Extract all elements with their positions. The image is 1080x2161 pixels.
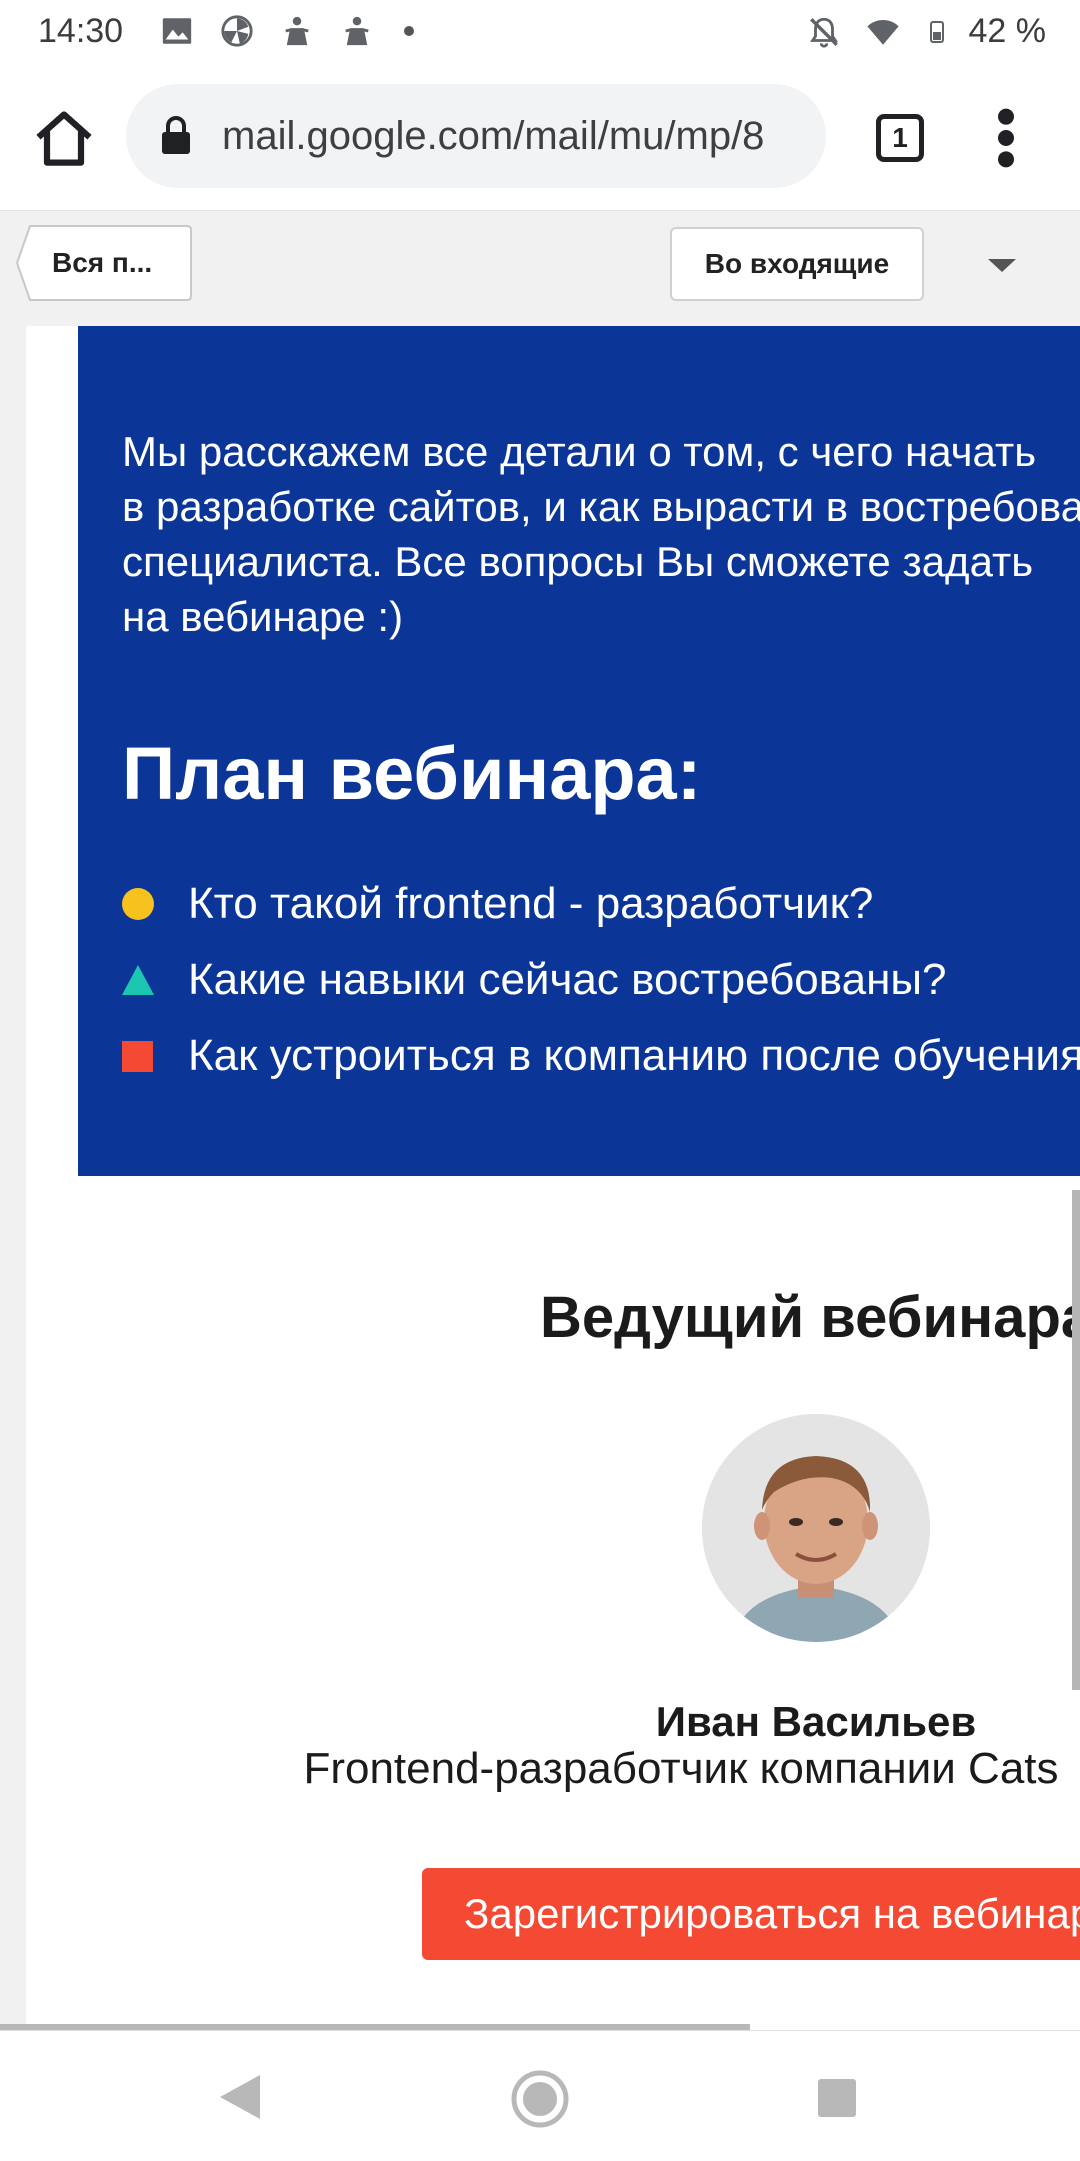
email-body: Мы расскажем все детали о том, с чего на… [26,326,1080,2030]
back-to-all-mail-button[interactable]: Вся п... [16,225,192,301]
back-button-label: Вся п... [52,247,153,278]
back-icon[interactable] [218,2073,262,2121]
tab-count: 1 [892,122,908,153]
plan-item-text: Кто такой frontend - разработчик? [188,879,874,928]
gmail-nav-row: Вся п... Во входящие [0,210,1080,329]
dot-icon [404,26,414,36]
more-menu-icon[interactable] [984,106,1028,170]
move-to-inbox-button[interactable]: Во входящие [670,227,924,301]
host-name: Иван Васильев [655,1698,977,1745]
vertical-scrollbar[interactable] [1072,1190,1080,1690]
list-item: Какие навыки сейчас востребованы? [122,942,1080,1018]
home-icon[interactable] [30,106,98,174]
tab-switcher-button[interactable]: 1 [876,114,924,162]
battery-percent: 42 % [968,12,1047,50]
bell-off-icon [809,17,838,48]
list-item: Кто такой frontend - разработчик? [122,866,1080,942]
plan-list: Кто такой frontend - разработчик? Какие … [122,866,1080,1094]
red-square-bullet-icon [122,1040,153,1072]
status-notification-icons [160,14,414,48]
lock-icon [162,116,190,154]
host-avatar [702,1414,930,1642]
image-icon [162,18,192,44]
webinar-panel: Мы расскажем все детали о том, с чего на… [78,326,1080,1176]
teal-triangle-bullet-icon [122,965,154,995]
browser-toolbar: mail.google.com/mail/mu/mp/8 1 [0,66,1080,210]
status-bar: 14:30 42 % [0,0,1080,66]
url-text[interactable]: mail.google.com/mail/mu/mp/8 [222,114,812,159]
chevron-down-icon[interactable] [988,259,1016,272]
notification-figure-icon [345,16,369,46]
battery-icon [929,20,944,43]
email-content: Мы расскажем все детали о том, с чего на… [0,326,1080,2030]
pinwheel-icon [221,15,253,47]
address-bar[interactable]: mail.google.com/mail/mu/mp/8 [126,84,826,188]
yellow-circle-bullet-icon [122,888,154,920]
plan-item-text: Как устроиться в компанию после обучения… [188,1031,1080,1080]
register-webinar-button[interactable]: Зарегистрироваться на вебинар [422,1868,1080,1960]
host-heading: Ведущий вебинара: [540,1285,1080,1350]
status-system-icons: 42 % [807,12,1047,51]
list-item: Как устроиться в компанию после обучения… [122,1018,1080,1094]
status-time: 14:30 [38,12,124,50]
notification-figure-icon [285,16,309,46]
plan-heading: План вебинара: [122,732,702,815]
host-role: Frontend-разработчик компании Cats [303,1744,1059,1793]
plan-item-text: Какие навыки сейчас востребованы? [188,955,947,1004]
intro-text: Мы расскажем все детали о том, с чего на… [122,428,1080,640]
recents-icon[interactable] [818,2079,856,2117]
system-navigation-bar [0,2030,1080,2161]
home-circle-icon[interactable] [510,2069,570,2129]
wifi-icon [866,19,899,45]
